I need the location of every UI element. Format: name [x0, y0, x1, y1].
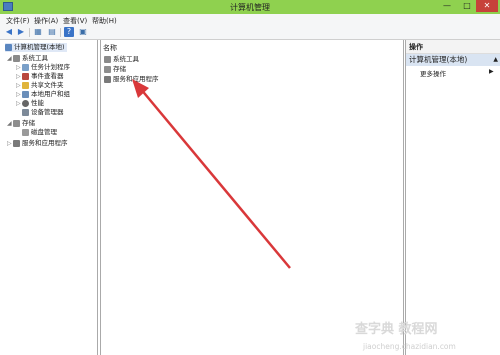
tree-item-services-and-applications[interactable]: ▷ 服务和应用程序: [7, 139, 68, 148]
close-button[interactable]: ✕: [476, 0, 498, 12]
toolbar-separator: [60, 28, 61, 37]
maximize-button[interactable]: □: [458, 0, 476, 12]
list-item-label: 存储: [113, 65, 126, 73]
tree-item-system-tools[interactable]: ◢ 系统工具: [7, 54, 48, 63]
tree-item-performance[interactable]: ▷ 性能: [16, 99, 44, 108]
task-scheduler-icon: [22, 63, 29, 71]
tools-icon: [13, 54, 20, 62]
tree-label: 任务计划程序: [31, 63, 70, 71]
watermark-url: jiaocheng.chazidian.com: [363, 342, 456, 351]
menu-file[interactable]: 文件(F): [6, 16, 30, 26]
computer-icon: [5, 43, 12, 51]
performance-icon: [22, 99, 29, 107]
services-icon: [104, 75, 111, 83]
event-viewer-icon: [22, 72, 29, 80]
tree-item-disk-management[interactable]: 磁盘管理: [22, 128, 57, 137]
tree-item-storage[interactable]: ◢ 存储: [7, 119, 35, 128]
column-header-name[interactable]: 名称: [103, 43, 117, 53]
tree-item-event-viewer[interactable]: ▷ 事件查看器: [16, 72, 64, 81]
watermark: 查字典 教程网 jiaocheng.chazidian.com: [355, 318, 500, 355]
tree-item-device-manager[interactable]: 设备管理器: [22, 108, 64, 117]
forward-icon[interactable]: ▶: [16, 27, 26, 37]
properties-icon[interactable]: ▤: [47, 27, 57, 37]
list-item-label: 服务和应用程序: [113, 75, 159, 83]
tree-item-computer-management[interactable]: 计算机管理(本地): [5, 43, 67, 52]
navigation-tree-pane: 计算机管理(本地) ◢ 系统工具 ▷ 任务计划程序 ▷ 事件查看器 ▷ 共享文件夹 ▷ 本…: [3, 40, 98, 355]
title-bar: 计算机管理 — □ ✕: [0, 0, 500, 14]
list-item[interactable]: 服务和应用程序: [104, 75, 159, 84]
collapse-up-icon[interactable]: ▲: [493, 54, 498, 66]
tree-label: 性能: [31, 99, 44, 107]
window-title: 计算机管理: [230, 3, 270, 12]
watermark-logo: 查字典 教程网: [355, 322, 438, 337]
actions-header: 操作: [406, 40, 500, 54]
tree-item-shared-folders[interactable]: ▷ 共享文件夹: [16, 81, 64, 90]
list-item-label: 系统工具: [113, 55, 139, 63]
tree-label: 事件查看器: [31, 72, 64, 80]
actions-section-computer-management[interactable]: 计算机管理(本地) ▲: [406, 54, 500, 66]
actions-pane: 操作 计算机管理(本地) ▲ 更多操作 ▶: [405, 40, 500, 355]
toolbar-separator: [29, 28, 30, 37]
tree-label: 磁盘管理: [31, 128, 57, 136]
minimize-button[interactable]: —: [438, 0, 456, 12]
tree-item-task-scheduler[interactable]: ▷ 任务计划程序: [16, 63, 70, 72]
actions-section-label: 计算机管理(本地): [409, 55, 468, 64]
menu-action[interactable]: 操作(A): [34, 16, 58, 26]
tree-label: 共享文件夹: [31, 81, 64, 89]
list-item[interactable]: 存储: [104, 65, 126, 74]
help-icon[interactable]: ?: [64, 27, 74, 37]
folder-icon: [22, 81, 29, 89]
tree-label: 存储: [22, 119, 35, 127]
menu-view[interactable]: 查看(V): [63, 16, 87, 26]
storage-icon: [13, 119, 20, 127]
device-manager-icon: [22, 108, 29, 116]
back-icon[interactable]: ◀: [4, 27, 14, 37]
users-icon: [22, 90, 29, 98]
tools-icon: [104, 55, 111, 63]
show-hide-tree-icon[interactable]: ▦: [33, 27, 43, 37]
computer-management-window: 计算机管理 — □ ✕ 文件(F) 操作(A) 查看(V) 帮助(H) ◀ ▶ …: [0, 0, 500, 355]
menu-help[interactable]: 帮助(H): [92, 16, 117, 26]
view-icon[interactable]: ▣: [78, 27, 88, 37]
content-list-pane: 名称 系统工具 存储 服务和应用程序: [100, 40, 404, 355]
tree-label: 服务和应用程序: [22, 139, 68, 147]
toolbar: ◀ ▶ ▦ ▤ ? ▣: [0, 26, 500, 40]
tree-label: 计算机管理(本地): [14, 43, 65, 51]
disk-icon: [22, 128, 29, 136]
tree-label: 本地用户和组: [31, 90, 70, 98]
tree-item-local-users[interactable]: ▷ 本地用户和组: [16, 90, 70, 99]
services-icon: [13, 139, 20, 147]
list-item[interactable]: 系统工具: [104, 55, 139, 64]
tree-label: 系统工具: [22, 54, 48, 62]
chevron-right-icon[interactable]: ▶: [489, 68, 494, 75]
tree-label: 设备管理器: [31, 108, 64, 116]
more-actions-link[interactable]: 更多操作: [420, 68, 446, 78]
storage-icon: [104, 65, 111, 73]
